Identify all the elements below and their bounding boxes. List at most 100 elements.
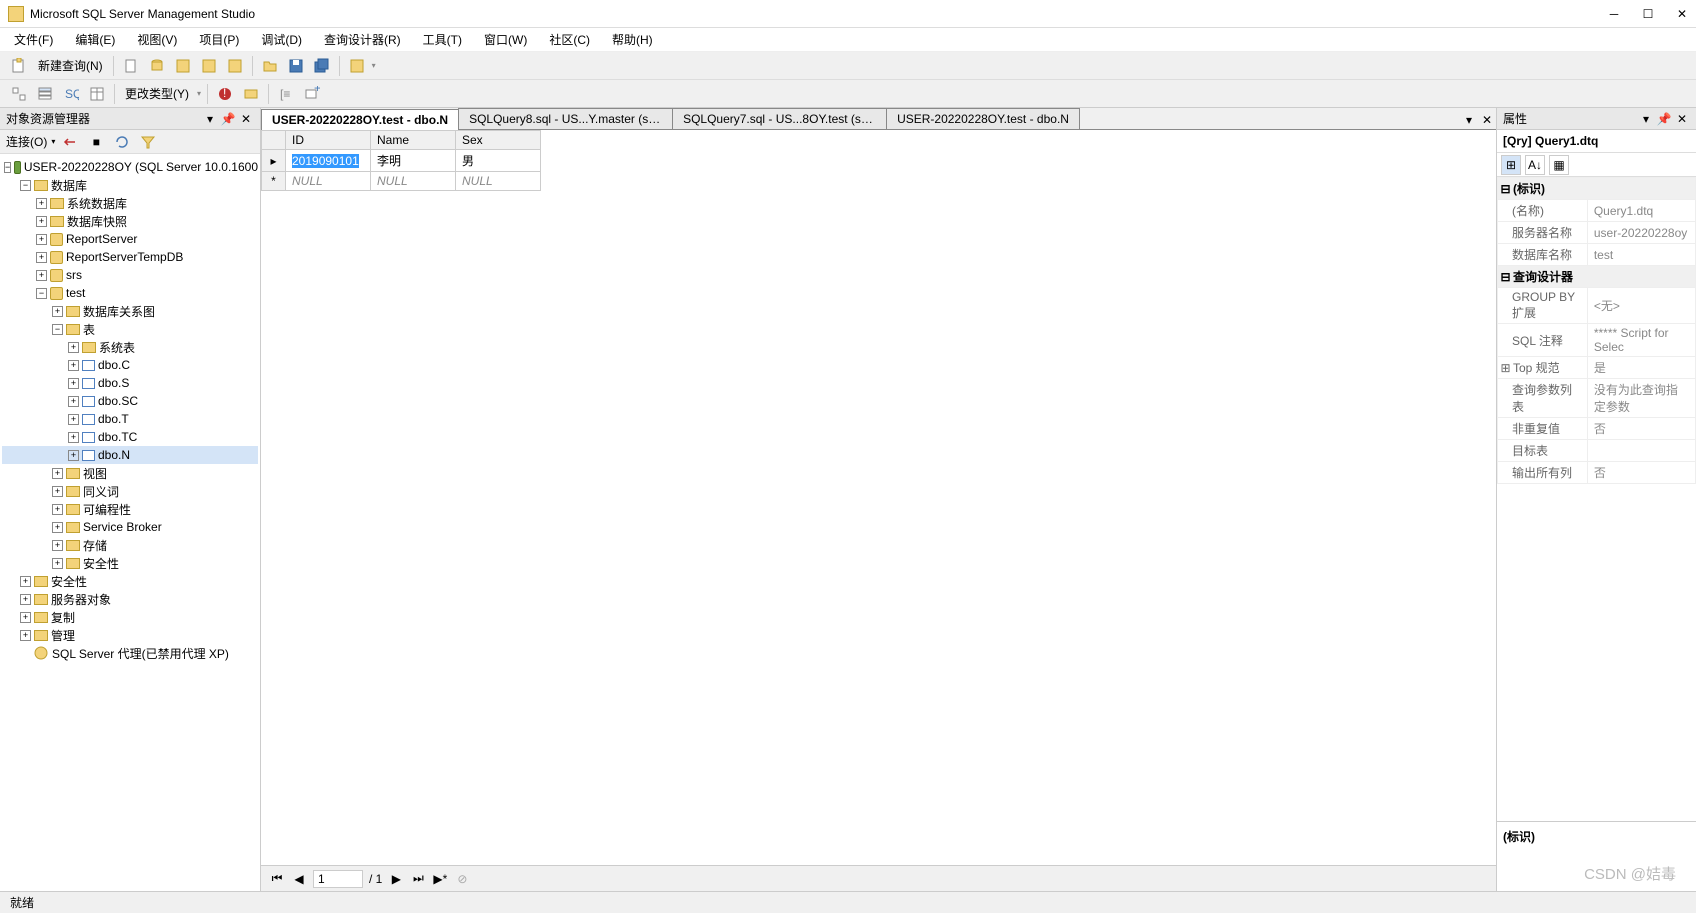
prop-param-val[interactable]: 没有为此查询指定参数 <box>1587 379 1695 418</box>
new-query-button[interactable]: 新建查询(N) <box>34 57 107 74</box>
property-grid[interactable]: ⊟(标识) (名称)Query1.dtq 服务器名称user-20220228o… <box>1497 177 1696 484</box>
menu-view[interactable]: 视图(V) <box>133 29 181 50</box>
cell-name[interactable]: 李明 <box>371 150 456 172</box>
col-name[interactable]: Name <box>371 131 456 150</box>
tree-servicebroker[interactable]: Service Broker <box>83 520 162 534</box>
expand-icon[interactable]: − <box>20 180 31 191</box>
object-tree[interactable]: − USER-20220228OY (SQL Server 10.0.1600 −… <box>0 154 260 891</box>
tab-3[interactable]: USER-20220228OY.test - dbo.N <box>886 108 1080 129</box>
expand-icon[interactable]: + <box>20 630 31 641</box>
refresh-icon[interactable] <box>111 131 133 153</box>
categorized-icon[interactable]: ⊞ <box>1501 155 1521 175</box>
cat-qd[interactable]: 查询设计器 <box>1513 270 1573 284</box>
connect-button[interactable]: 连接(O) <box>6 133 47 150</box>
prop-target-val[interactable] <box>1587 440 1695 462</box>
new-row[interactable]: * NULL NULL NULL <box>262 172 541 191</box>
expand-icon[interactable]: + <box>68 360 79 371</box>
expand-icon[interactable]: + <box>36 198 47 209</box>
next-icon[interactable]: ▶ <box>388 871 404 887</box>
expand-icon[interactable]: − <box>52 324 63 335</box>
last-icon[interactable]: ⏭ <box>410 871 426 887</box>
expand-icon[interactable]: + <box>36 216 47 227</box>
tree-diagrams[interactable]: 数据库关系图 <box>83 303 155 320</box>
prop-top-val[interactable]: 是 <box>1587 357 1695 379</box>
tree-table-n[interactable]: dbo.N <box>98 448 130 462</box>
expand-icon[interactable]: + <box>20 612 31 623</box>
filter-icon[interactable] <box>137 131 159 153</box>
expand-icon[interactable]: + <box>52 486 63 497</box>
active-files-icon[interactable]: ▾ <box>1460 111 1478 129</box>
row-position-input[interactable] <box>313 870 363 888</box>
cell-id[interactable]: 2019090101 <box>286 150 371 172</box>
tree-srs[interactable]: srs <box>66 268 82 282</box>
tree-reportservertmp[interactable]: ReportServerTempDB <box>66 250 183 264</box>
show-results-icon[interactable] <box>86 83 108 105</box>
props-object-name[interactable]: [Qry] Query1.dtq <box>1497 130 1696 153</box>
close-button[interactable]: ✕ <box>1676 8 1688 20</box>
menu-querydesigner[interactable]: 查询设计器(R) <box>320 29 405 50</box>
expand-icon[interactable]: + <box>68 414 79 425</box>
tree-tables[interactable]: 表 <box>83 321 95 338</box>
close-tab-icon[interactable]: ✕ <box>1478 111 1496 129</box>
cell-null[interactable]: NULL <box>286 172 371 191</box>
menu-community[interactable]: 社区(C) <box>545 29 594 50</box>
prop-db-val[interactable]: test <box>1587 244 1695 266</box>
tab-1[interactable]: SQLQuery8.sql - US...Y.master (sa (61)) <box>458 108 673 129</box>
tree-agent[interactable]: SQL Server 代理(已禁用代理 XP) <box>52 645 229 662</box>
tree-management[interactable]: 管理 <box>51 627 75 644</box>
tree-serverobj[interactable]: 服务器对象 <box>51 591 111 608</box>
tree-security[interactable]: 安全性 <box>51 573 87 590</box>
prop-gb-val[interactable]: <无> <box>1587 288 1695 324</box>
activity-icon[interactable] <box>346 55 368 77</box>
prev-icon[interactable]: ◀ <box>291 871 307 887</box>
cat-identity[interactable]: (标识) <box>1513 182 1545 196</box>
saveall-icon[interactable] <box>311 55 333 77</box>
menu-window[interactable]: 窗口(W) <box>480 29 531 50</box>
cell-sex[interactable]: 男 <box>456 150 541 172</box>
show-criteria-icon[interactable] <box>34 83 56 105</box>
tree-test[interactable]: test <box>66 286 85 300</box>
expand-icon[interactable]: + <box>52 540 63 551</box>
show-sql-icon[interactable]: SQL <box>60 83 82 105</box>
group-by-icon[interactable]: [≡ <box>275 83 297 105</box>
expand-icon[interactable]: + <box>20 576 31 587</box>
dmx-icon[interactable] <box>224 55 246 77</box>
expand-icon[interactable]: + <box>52 558 63 569</box>
prop-distinct-val[interactable]: 否 <box>1587 418 1695 440</box>
dropdown-icon[interactable]: ▾ <box>202 111 218 127</box>
tree-databases[interactable]: 数据库 <box>51 177 87 194</box>
prop-output-val[interactable]: 否 <box>1587 462 1695 484</box>
new-file-icon[interactable] <box>120 55 142 77</box>
show-diagram-icon[interactable] <box>8 83 30 105</box>
maximize-button[interactable]: ☐ <box>1642 8 1654 20</box>
menu-file[interactable]: 文件(F) <box>10 29 57 50</box>
menu-debug[interactable]: 调试(D) <box>257 29 306 50</box>
tree-table-s[interactable]: dbo.S <box>98 376 129 390</box>
expand-icon[interactable]: + <box>36 270 47 281</box>
prop-name-val[interactable]: Query1.dtq <box>1587 200 1695 222</box>
tree-table-sc[interactable]: dbo.SC <box>98 394 138 408</box>
new-row-nav-icon[interactable]: ▶* <box>432 871 448 887</box>
tree-programmability[interactable]: 可编程性 <box>83 501 131 518</box>
stop-icon[interactable]: ■ <box>85 131 107 153</box>
close-panel-icon[interactable]: ✕ <box>1674 111 1690 127</box>
analysis-icon[interactable] <box>172 55 194 77</box>
expand-icon[interactable]: + <box>36 252 47 263</box>
save-icon[interactable] <box>285 55 307 77</box>
expand-icon[interactable]: + <box>68 378 79 389</box>
tree-server[interactable]: USER-20220228OY (SQL Server 10.0.1600 <box>24 160 258 174</box>
cell-null[interactable]: NULL <box>371 172 456 191</box>
tree-sysdb[interactable]: 系统数据库 <box>67 195 127 212</box>
tree-table-tc[interactable]: dbo.TC <box>98 430 137 444</box>
expand-icon[interactable]: − <box>36 288 47 299</box>
expand-icon[interactable]: + <box>52 504 63 515</box>
tree-storage[interactable]: 存储 <box>83 537 107 554</box>
expand-icon[interactable]: + <box>52 468 63 479</box>
dropdown-icon[interactable]: ▾ <box>1638 111 1654 127</box>
expand-icon[interactable]: − <box>4 162 11 173</box>
menu-project[interactable]: 项目(P) <box>195 29 243 50</box>
expand-icon[interactable]: + <box>68 342 79 353</box>
tab-2[interactable]: SQLQuery7.sql - US...8OY.test (sa (60))* <box>672 108 887 129</box>
prop-sql-val[interactable]: ***** Script for Selec <box>1587 324 1695 357</box>
expand-icon[interactable]: + <box>68 396 79 407</box>
